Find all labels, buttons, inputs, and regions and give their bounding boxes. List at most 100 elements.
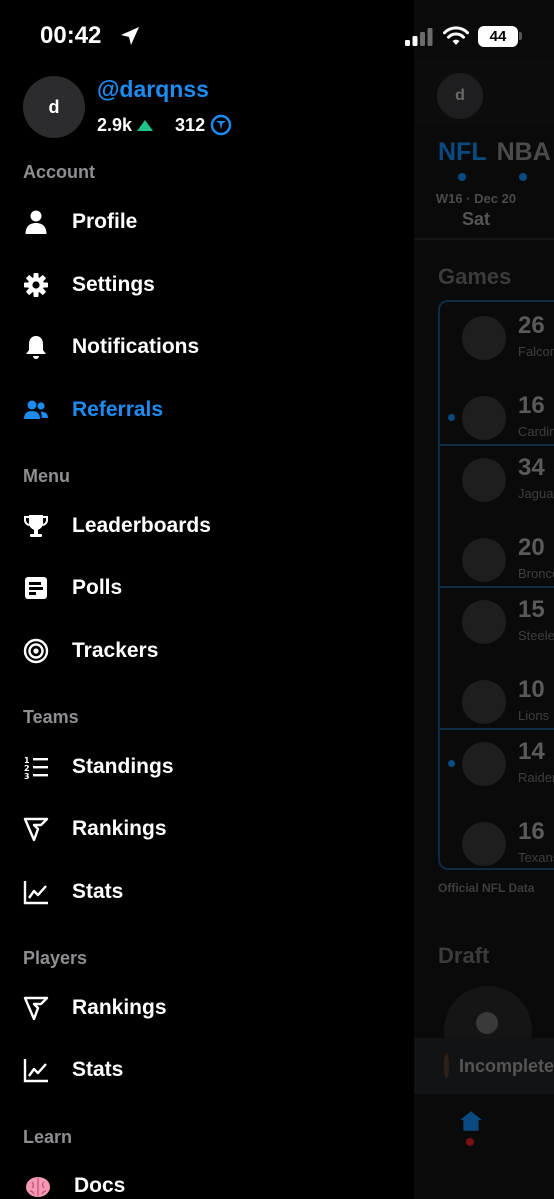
numbered-list-icon: 123 <box>22 753 50 781</box>
line-chart-icon <box>22 1056 50 1084</box>
status-time: 00:42 <box>40 22 102 49</box>
home-icon[interactable] <box>458 1108 484 1134</box>
game-divider <box>440 444 554 446</box>
team-name: Jaguars <box>518 486 554 501</box>
people-icon <box>22 396 50 424</box>
date-label: W16 · Dec 20 <box>435 191 517 206</box>
background-divider <box>414 238 554 240</box>
menu-item-player-rankings[interactable]: Rankings <box>0 983 414 1033</box>
team-score: 16 <box>518 392 545 419</box>
poll-icon <box>22 574 50 602</box>
menu-item-team-standings[interactable]: 123 Standings <box>0 742 414 792</box>
secondary-count: 312 <box>175 114 206 135</box>
day-label: Sat <box>461 209 490 229</box>
team-name: Broncos <box>518 566 554 581</box>
menu-item-polls[interactable]: Polls <box>0 563 414 613</box>
team-name: Texans <box>518 850 554 865</box>
menu-item-player-stats[interactable]: Stats <box>0 1045 414 1095</box>
team-name: Steelers <box>518 628 554 643</box>
game-team-row[interactable]: 34 Jaguars <box>440 448 554 528</box>
team-logo-icon <box>462 822 506 866</box>
menu-label: Stats <box>72 880 124 903</box>
section-heading-learn: Learn <box>23 1127 73 1147</box>
games-heading: Games <box>438 264 512 289</box>
avatar[interactable]: d <box>23 76 85 138</box>
rankings-icon <box>22 994 50 1022</box>
live-indicator-icon <box>448 760 455 767</box>
home-active-dot <box>466 1138 474 1146</box>
section-heading-account: Account <box>23 162 95 182</box>
menu-label: Notifications <box>72 335 200 358</box>
team-logo-icon <box>462 316 506 360</box>
game-team-row[interactable]: 16 Texans <box>440 812 554 892</box>
tab-nba[interactable]: NBA <box>497 138 551 166</box>
menu-label: Referrals <box>72 398 164 421</box>
badge-icon <box>210 114 232 136</box>
team-score: 34 <box>518 454 545 481</box>
menu-label: Leaderboards <box>72 514 211 537</box>
menu-item-team-rankings[interactable]: Rankings <box>0 804 414 854</box>
menu-item-docs[interactable]: Docs <box>0 1161 414 1199</box>
menu-label: Trackers <box>72 639 159 662</box>
menu-item-leaderboards[interactable]: Leaderboards <box>0 501 414 551</box>
trend-up-icon <box>137 119 154 131</box>
team-logo-icon <box>462 600 506 644</box>
menu-label: Stats <box>72 1058 124 1081</box>
menu-label: Polls <box>72 576 123 599</box>
game-team-row[interactable]: 14 Raiders <box>440 732 554 812</box>
data-source-note: Official NFL Data <box>438 881 535 895</box>
game-divider <box>440 728 554 730</box>
team-score: 20 <box>518 534 545 561</box>
menu-label: Rankings <box>72 817 167 840</box>
location-arrow-icon <box>121 27 139 45</box>
menu-label: Standings <box>72 755 174 778</box>
section-heading-menu: Menu <box>23 466 70 486</box>
tab-nba-indicator <box>518 173 527 181</box>
wifi-icon <box>443 26 469 45</box>
section-heading-teams: Teams <box>23 707 79 727</box>
menu-item-referrals[interactable]: Referrals <box>0 385 414 435</box>
person-icon <box>22 208 50 236</box>
rankings-icon <box>22 815 50 843</box>
menu-item-team-stats[interactable]: Stats <box>0 867 414 917</box>
profile-stats: 2.9k 312 <box>97 114 232 136</box>
background-avatar[interactable]: d <box>437 73 483 119</box>
draft-banner[interactable]: Incomplete <box>414 1038 554 1094</box>
battery-cap <box>519 32 522 40</box>
svg-text:3: 3 <box>24 772 30 780</box>
team-logo-icon <box>462 538 506 582</box>
menu-label: Rankings <box>72 996 167 1019</box>
team-score: 15 <box>518 596 545 623</box>
game-team-row[interactable]: 15 Steelers <box>440 590 554 670</box>
date-selector[interactable]: W16 · Dec 20 Sat <box>431 191 521 230</box>
team-score: 10 <box>518 676 545 703</box>
line-chart-icon <box>22 878 50 906</box>
team-logo-icon <box>462 458 506 502</box>
live-indicator-icon <box>448 414 455 421</box>
navigation-drawer: d @darqnss 2.9k 312 Account Profile Sett… <box>0 0 414 1199</box>
battery-icon: 44 <box>478 26 518 47</box>
bell-icon <box>22 333 50 361</box>
team-score: 16 <box>518 818 545 845</box>
menu-item-profile[interactable]: Profile <box>0 197 414 247</box>
tab-nfl[interactable]: NFL <box>438 138 487 166</box>
menu-item-settings[interactable]: Settings <box>0 260 414 310</box>
trophy-icon <box>22 512 50 540</box>
menu-item-notifications[interactable]: Notifications <box>0 322 414 372</box>
games-list: 26 Falcons 16 Cardinals 34 Jaguars 20 Br… <box>438 300 554 870</box>
target-icon <box>22 637 50 665</box>
brain-icon <box>24 1172 52 1199</box>
section-heading-players: Players <box>23 948 88 968</box>
username[interactable]: @darqnss <box>97 76 209 103</box>
menu-label: Profile <box>72 210 138 233</box>
menu-label: Docs <box>74 1174 126 1197</box>
game-team-row[interactable]: 26 Falcons <box>440 306 554 386</box>
gear-icon <box>22 271 50 299</box>
menu-label: Settings <box>72 273 155 296</box>
game-divider <box>440 586 554 588</box>
cellular-signal-icon <box>405 28 433 46</box>
menu-item-trackers[interactable]: Trackers <box>0 626 414 676</box>
team-name: Raiders <box>518 770 554 785</box>
status-bar: 00:42 44 <box>0 0 554 58</box>
team-score: 26 <box>518 312 545 339</box>
